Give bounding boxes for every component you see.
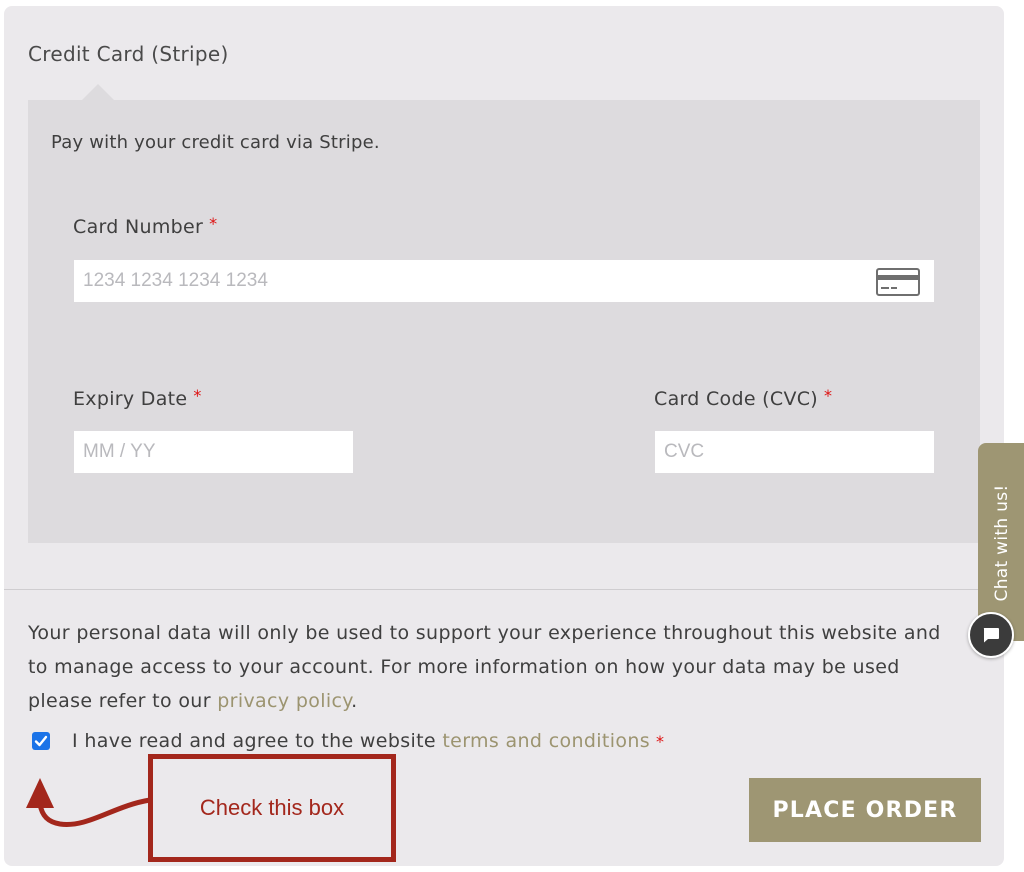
privacy-notice: Your personal data will only be used to … (28, 616, 948, 718)
required-mark: * (824, 386, 833, 405)
chat-bubble-icon (983, 628, 999, 643)
expiry-date-label: Expiry Date * (73, 386, 202, 410)
expiry-date-placeholder: MM / YY (83, 441, 156, 462)
cvc-placeholder: CVC (664, 441, 705, 462)
expiry-date-input[interactable]: MM / YY (74, 431, 353, 473)
chat-tab[interactable]: Chat with us! (978, 443, 1024, 641)
cvc-label: Card Code (CVC) * (654, 386, 832, 410)
chat-bubble-button[interactable] (968, 612, 1014, 658)
section-divider (4, 589, 1004, 590)
terms-row: I have read and agree to the website ter… (32, 730, 664, 752)
stripe-description: Pay with your credit card via Stripe. (51, 132, 380, 153)
cvc-input[interactable]: CVC (655, 431, 934, 473)
terms-checkbox[interactable] (32, 732, 50, 750)
place-order-button[interactable]: PLACE ORDER (749, 778, 981, 842)
card-number-input[interactable]: 1234 1234 1234 1234 (74, 260, 934, 302)
privacy-policy-link[interactable]: privacy policy (217, 690, 351, 712)
card-number-placeholder: 1234 1234 1234 1234 (83, 270, 268, 291)
privacy-text-end: . (351, 690, 358, 712)
annotation-callout: Check this box (148, 754, 396, 862)
credit-card-icon (876, 268, 920, 296)
cvc-label-text: Card Code (CVC) (654, 388, 819, 410)
card-number-label-text: Card Number (73, 216, 204, 238)
chat-tab-label: Chat with us! (992, 484, 1012, 602)
card-number-label: Card Number * (73, 214, 217, 238)
required-mark: * (209, 214, 218, 233)
stripe-payment-box: Pay with your credit card via Stripe. Ca… (28, 84, 980, 543)
annotation-text: Check this box (199, 795, 345, 820)
terms-text: I have read and agree to the website (72, 730, 443, 752)
required-mark: * (655, 731, 665, 751)
expiry-date-label-text: Expiry Date (73, 388, 188, 410)
terms-and-conditions-link[interactable]: terms and conditions (442, 730, 650, 752)
privacy-text: Your personal data will only be used to … (28, 622, 941, 712)
payment-panel: Credit Card (Stripe) Pay with your credi… (4, 6, 1004, 866)
annotation-arrow-icon (26, 778, 153, 827)
checkmark-icon (34, 735, 48, 747)
required-mark: * (193, 386, 202, 405)
payment-method-title[interactable]: Credit Card (Stripe) (28, 42, 229, 66)
